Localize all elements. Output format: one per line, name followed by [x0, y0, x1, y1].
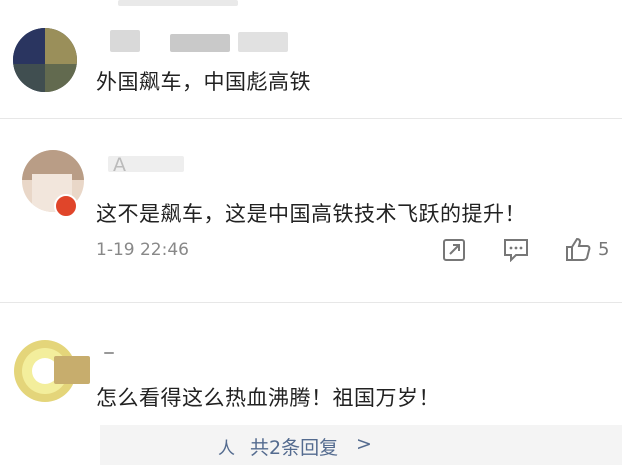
like-icon[interactable]: [565, 236, 591, 262]
comment-item: 外国飙车，中国彪高铁: [0, 12, 622, 117]
replies-link[interactable]: ⼈ 共2条回复 >: [100, 425, 622, 465]
commenter-name[interactable]: A: [113, 154, 126, 176]
username-blurred[interactable]: [238, 32, 288, 52]
username-blurred[interactable]: [110, 30, 140, 52]
chevron-right-icon: >: [356, 433, 372, 455]
verified-badge: [54, 194, 78, 218]
divider: [0, 302, 622, 303]
username-blurred[interactable]: [170, 34, 230, 52]
username-blurred[interactable]: [54, 356, 90, 384]
comment-item: A 这不是飙车，这是中国高铁技术飞跃的提升！ 1-19 22:46 5: [0, 128, 622, 298]
replies-count-label: 共2条回复: [250, 437, 339, 459]
person-icon: ⼈: [218, 439, 235, 459]
comment-text: 怎么看得这么热血沸腾！祖国万岁！: [96, 386, 440, 410]
avatar[interactable]: [13, 28, 77, 92]
like-count: 5: [598, 239, 610, 260]
comment-text: 外国飙车，中国彪高铁: [96, 70, 311, 94]
divider: [0, 118, 622, 119]
timestamp: 1-19 22:46: [96, 240, 189, 260]
truncated-previous-item: [118, 0, 238, 6]
comment-icon[interactable]: [503, 238, 529, 262]
share-icon[interactable]: [442, 238, 466, 262]
username-blurred[interactable]: [104, 352, 114, 354]
comment-text: 这不是飙车，这是中国高铁技术飞跃的提升！: [96, 202, 526, 226]
